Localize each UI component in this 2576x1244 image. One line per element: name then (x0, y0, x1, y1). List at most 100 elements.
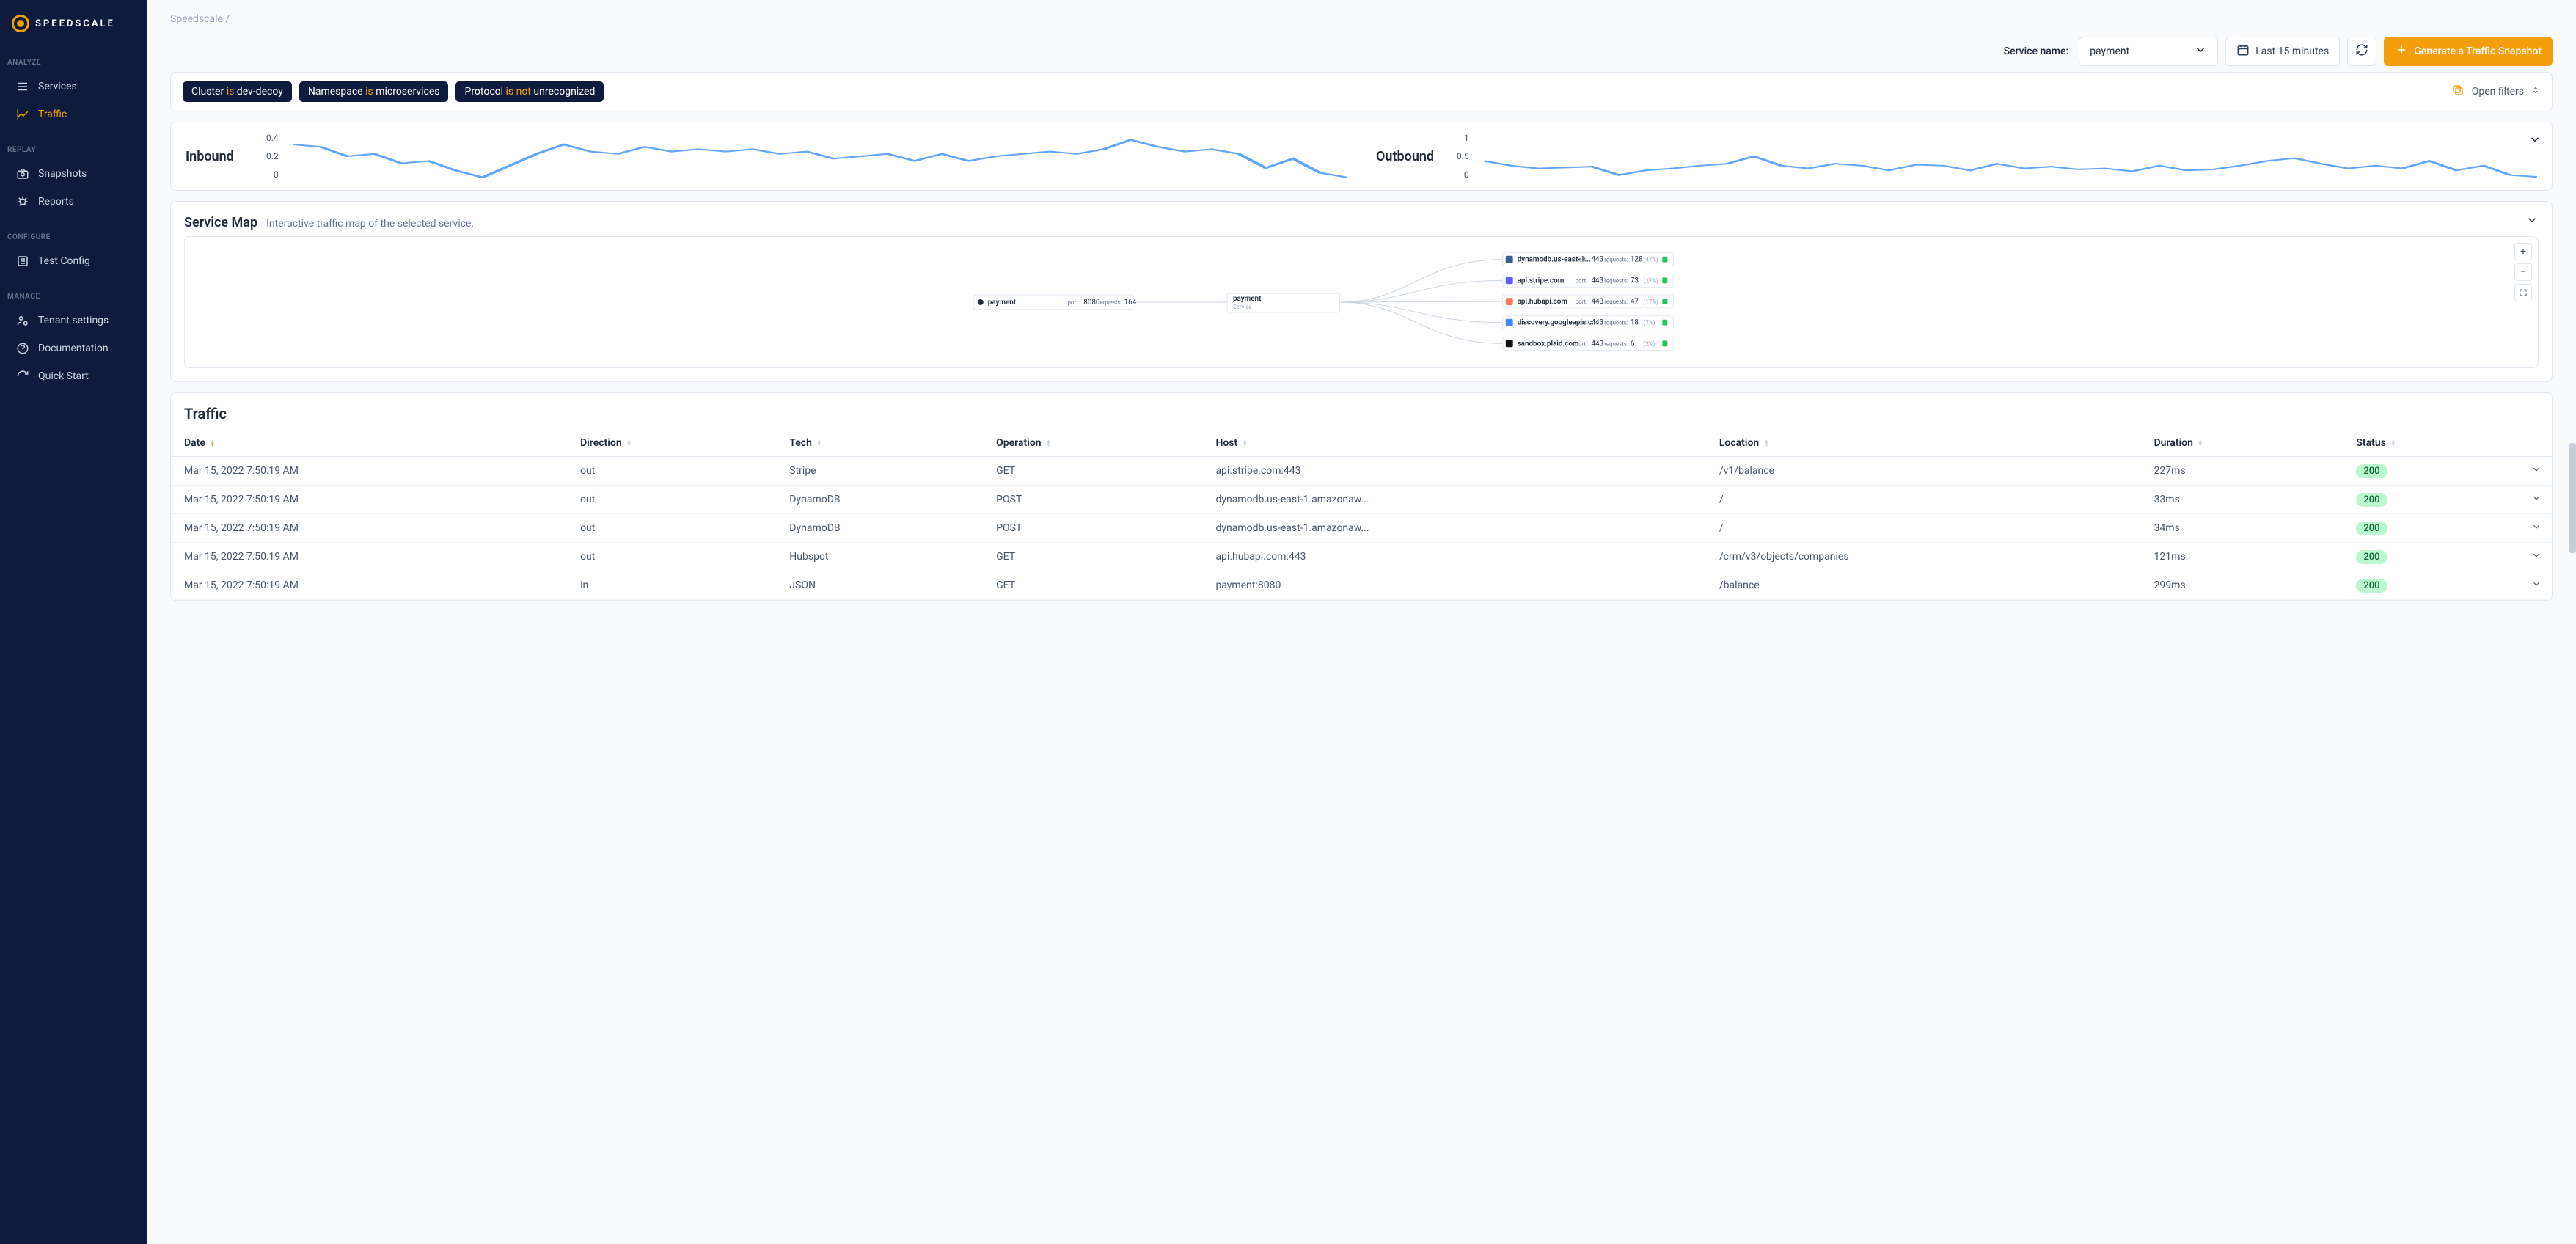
column-label: Operation (996, 437, 1041, 449)
cell-tech: Hubspot (779, 543, 986, 571)
column-header-expand (2521, 430, 2552, 457)
zoom-out-button[interactable]: − (2514, 263, 2532, 281)
svg-text:requests:: requests: (1604, 320, 1628, 326)
table-row[interactable]: Mar 15, 2022 7:50:19 AMoutDynamoDBPOSTdy… (171, 486, 2552, 514)
column-label: Direction (580, 437, 622, 449)
svg-text:port:: port: (1576, 257, 1587, 263)
svg-text:payment: payment (1233, 295, 1262, 303)
ytick: 0.2 (266, 151, 279, 161)
list-icon (16, 80, 29, 93)
outbound-sparkline (1484, 133, 2537, 180)
table-row[interactable]: Mar 15, 2022 7:50:19 AMinJSONGETpayment:… (171, 571, 2552, 600)
sort-icon: ▲▼ (626, 439, 632, 447)
ytick: 0 (266, 169, 279, 180)
service-map-canvas[interactable]: + − paymentport:8080requests:164paymentS… (184, 236, 2539, 368)
map-controls: + − (2514, 243, 2532, 301)
column-header-direction[interactable]: Direction ▲▼ (570, 430, 779, 457)
column-label: Location (1719, 437, 1759, 449)
row-expand-button[interactable] (2521, 486, 2552, 514)
svg-text:Service: Service (1233, 304, 1252, 310)
service-name-select[interactable]: payment (2079, 37, 2218, 66)
filter-chip[interactable]: Cluster is dev-decoy (183, 81, 292, 102)
cell-direction: out (570, 543, 779, 571)
svg-text:sandbox.plaid.com: sandbox.plaid.com (1518, 340, 1579, 348)
filter-chip[interactable]: Protocol is not unrecognized (455, 81, 604, 102)
sidebar-item-label: Tenant settings (38, 315, 109, 326)
table-row[interactable]: Mar 15, 2022 7:50:19 AMoutDynamoDBPOSTdy… (171, 514, 2552, 543)
cell-tech: DynamoDB (779, 514, 986, 543)
inbound-title: Inbound (186, 149, 252, 164)
svg-text:requests:: requests: (1098, 299, 1122, 306)
sidebar-item-label: Documentation (38, 343, 109, 354)
svg-text:443: 443 (1591, 319, 1603, 327)
fullscreen-button[interactable] (2514, 284, 2532, 301)
traffic-card: Traffic Date▲▼Direction▲▼Tech▲▼Operation… (170, 392, 2553, 601)
cell-direction: out (570, 486, 779, 514)
sidebar-item-tenant-settings[interactable]: Tenant settings (0, 307, 147, 334)
filter-chip[interactable]: Namespace is microservices (299, 81, 449, 102)
cell-duration: 33ms (2144, 486, 2346, 514)
column-header-location[interactable]: Location▲▼ (1709, 430, 2144, 457)
inbound-sparkline (293, 133, 1347, 180)
svg-text:api.stripe.com: api.stripe.com (1518, 277, 1565, 285)
cell-host: dynamodb.us-east-1.amazonaw... (1205, 486, 1708, 514)
column-header-host[interactable]: Host▲▼ (1205, 430, 1708, 457)
cell-status: 200 (2346, 457, 2521, 486)
outbound-title: Outbound (1376, 149, 1442, 164)
sort-icon: ▲▼ (210, 439, 216, 447)
row-expand-button[interactable] (2521, 514, 2552, 543)
refresh-icon (16, 370, 29, 383)
sidebar-item-test-config[interactable]: Test Config (0, 247, 147, 275)
charts-collapse-button[interactable] (2528, 133, 2542, 149)
cell-status: 200 (2346, 571, 2521, 600)
service-map-card: Service Map Interactive traffic map of t… (170, 201, 2553, 382)
inbound-chart: Inbound 0.4 0.2 0 (186, 133, 1347, 180)
sidebar-section-title: MANAGE (0, 287, 147, 307)
time-range-button[interactable]: Last 15 minutes (2225, 37, 2340, 66)
refresh-icon (2355, 43, 2368, 59)
zoom-in-button[interactable]: + (2514, 243, 2532, 260)
table-row[interactable]: Mar 15, 2022 7:50:19 AMoutStripeGETapi.s… (171, 457, 2552, 486)
sidebar-item-documentation[interactable]: Documentation (0, 334, 147, 362)
cell-status: 200 (2346, 543, 2521, 571)
logo[interactable]: SPEEDSCALE (0, 9, 147, 47)
table-row[interactable]: Mar 15, 2022 7:50:19 AMoutHubspotGETapi.… (171, 543, 2552, 571)
sidebar-item-reports[interactable]: Reports (0, 188, 147, 216)
column-header-operation[interactable]: Operation▲▼ (986, 430, 1205, 457)
sidebar: SPEEDSCALE ANALYZEServicesTrafficREPLAYS… (0, 0, 147, 1244)
cell-date: Mar 15, 2022 7:50:19 AM (171, 514, 570, 543)
sidebar-item-services[interactable]: Services (0, 73, 147, 100)
inbound-y-axis: 0.4 0.2 0 (266, 133, 279, 180)
generate-snapshot-button[interactable]: Generate a Traffic Snapshot (2384, 37, 2553, 66)
sidebar-item-snapshots[interactable]: Snapshots (0, 160, 147, 188)
column-header-status[interactable]: Status▲▼ (2346, 430, 2521, 457)
traffic-table: Date▲▼Direction▲▼Tech▲▼Operation▲▼Host▲▼… (171, 430, 2552, 600)
service-map-collapse-button[interactable] (2525, 213, 2539, 230)
service-map-title: Service Map (184, 215, 257, 230)
open-filters-button[interactable]: Open filters (2451, 84, 2540, 100)
scrollbar-thumb[interactable] (2569, 443, 2576, 553)
cell-host: api.hubapi.com:443 (1205, 543, 1708, 571)
column-header-date[interactable]: Date ▲▼ (171, 430, 570, 457)
ytick: 1 (1457, 133, 1469, 143)
cell-status: 200 (2346, 514, 2521, 543)
cell-host: dynamodb.us-east-1.amazonaw... (1205, 514, 1708, 543)
cell-direction: out (570, 514, 779, 543)
service-name-label: Service name: (2004, 45, 2069, 57)
row-expand-button[interactable] (2521, 457, 2552, 486)
sidebar-item-traffic[interactable]: Traffic (0, 100, 147, 128)
row-expand-button[interactable] (2521, 571, 2552, 600)
filters-card: Cluster is dev-decoy Namespace is microse… (170, 72, 2553, 111)
sidebar-item-label: Snapshots (38, 168, 87, 180)
column-label: Date (184, 437, 205, 449)
sort-icon: ▲▼ (2198, 439, 2203, 447)
row-expand-button[interactable] (2521, 543, 2552, 571)
refresh-button[interactable] (2347, 37, 2376, 66)
svg-text:port:: port: (1576, 340, 1587, 347)
sidebar-item-label: Services (38, 81, 77, 92)
column-header-tech[interactable]: Tech▲▼ (779, 430, 986, 457)
column-header-duration[interactable]: Duration▲▼ (2144, 430, 2346, 457)
sidebar-item-quick-start[interactable]: Quick Start (0, 362, 147, 390)
cell-tech: DynamoDB (779, 486, 986, 514)
svg-text:443: 443 (1591, 277, 1603, 285)
